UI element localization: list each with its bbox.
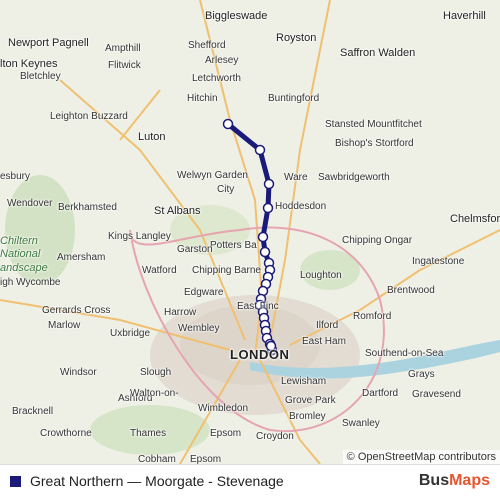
place-label: Bletchley (20, 71, 61, 82)
place-label: Garston (177, 244, 213, 255)
place-label: Ware (284, 172, 308, 183)
place-label: Croydon (256, 431, 294, 442)
place-label: Walton-on- (130, 388, 179, 399)
busmaps-logo[interactable]: BusMaps (419, 472, 490, 490)
place-label: Wendover (7, 198, 53, 209)
place-label: Southend-on-Sea (365, 348, 444, 359)
place-label: Shefford (188, 40, 226, 51)
place-label: Arlesey (205, 55, 239, 66)
place-label: Buntingford (268, 93, 320, 104)
place-label: Letchworth (192, 73, 241, 84)
place-label: Bishop's Stortford (335, 138, 414, 149)
place-label: National (0, 248, 41, 260)
place-label: Newport Pagnell (8, 37, 89, 49)
place-label: Epsom (210, 428, 242, 439)
place-label: Grays (408, 369, 435, 380)
place-label: Hitchin (187, 93, 218, 104)
place-label: Swanley (342, 418, 380, 429)
place-label: Wembley (178, 323, 220, 334)
place-label: Dartford (362, 388, 399, 399)
place-label: Potters Ba (210, 240, 257, 251)
place-label: Marlow (48, 320, 81, 331)
stop-marker[interactable] (222, 118, 234, 130)
place-label: Leighton Buzzard (50, 111, 128, 122)
brand-part-maps: Maps (449, 472, 490, 489)
place-label: Epsom (190, 454, 222, 464)
place-label: Ilford (316, 320, 339, 331)
place-label: Gravesend (412, 389, 461, 400)
place-label: East Finc (237, 301, 279, 312)
place-label: St Albans (154, 205, 201, 217)
route-color-swatch (10, 476, 21, 487)
place-label: Biggleswade (205, 10, 268, 22)
place-label: Royston (276, 32, 317, 44)
place-label: Amersham (57, 252, 106, 263)
place-label: Chipping Barne (192, 265, 261, 276)
place-label: Watford (142, 265, 177, 276)
place-label: Grove Park (285, 395, 336, 406)
place-label: Chipping Ongar (342, 235, 413, 246)
place-label: Berkhamsted (58, 202, 117, 213)
place-label: Crowthorne (40, 428, 92, 439)
place-label: Welwyn Garden (177, 170, 248, 181)
place-label: Kings Langley (108, 231, 171, 242)
map-attribution[interactable]: © OpenStreetMap contributors (342, 450, 500, 464)
place-label: Loughton (300, 270, 342, 281)
place-label: Flitwick (108, 60, 141, 71)
stop-marker[interactable] (259, 246, 271, 258)
place-label: Bracknell (12, 406, 54, 417)
place-label: Romford (353, 311, 392, 322)
place-label: Chelmsford (450, 213, 500, 225)
stop-marker[interactable] (262, 202, 274, 214)
place-label: City (217, 184, 235, 195)
place-label: Hoddesdon (275, 201, 327, 212)
legend-bar: Great Northern — Moorgate - Stevenage Bu… (0, 464, 500, 501)
place-label: Chiltern (0, 235, 38, 247)
place-label: lton Keynes (0, 58, 58, 70)
place-label: Cobham (138, 454, 176, 464)
place-label: Harrow (164, 307, 197, 318)
place-label: Lewisham (281, 376, 327, 387)
place-label: Saffron Walden (340, 47, 416, 59)
place-label: igh Wycombe (0, 277, 61, 288)
place-label: andscape (0, 262, 48, 274)
route-name: Great Northern — Moorgate - Stevenage (30, 473, 284, 489)
place-label: Edgware (184, 287, 224, 298)
stop-marker[interactable] (254, 144, 266, 156)
place-label: Ingatestone (412, 256, 465, 267)
stop-marker[interactable] (263, 178, 275, 190)
place-label: LONDON (230, 347, 290, 362)
place-label: Luton (138, 131, 166, 143)
place-label: Slough (140, 367, 172, 378)
stop-marker[interactable] (257, 231, 269, 243)
place-label: Windsor (60, 367, 97, 378)
place-label: Stansted Mountfitchet (325, 119, 422, 130)
place-label: Brentwood (387, 285, 435, 296)
place-label: Haverhill (443, 10, 486, 22)
place-label: Uxbridge (110, 328, 151, 339)
place-label: Wimbledon (198, 403, 249, 414)
brand-part-bus: Bus (418, 472, 450, 489)
place-label: Bromley (289, 411, 326, 422)
place-label: esbury (0, 171, 31, 182)
place-label: Gerrards Cross (42, 305, 111, 316)
map-view[interactable]: Biggleswade Haverhill Newport Pagnell Sheff… (0, 0, 500, 464)
place-label: Thames (130, 428, 167, 439)
place-label: Sawbridgeworth (318, 172, 390, 183)
place-label: Ampthill (105, 43, 141, 54)
place-label: East Ham (302, 336, 346, 347)
